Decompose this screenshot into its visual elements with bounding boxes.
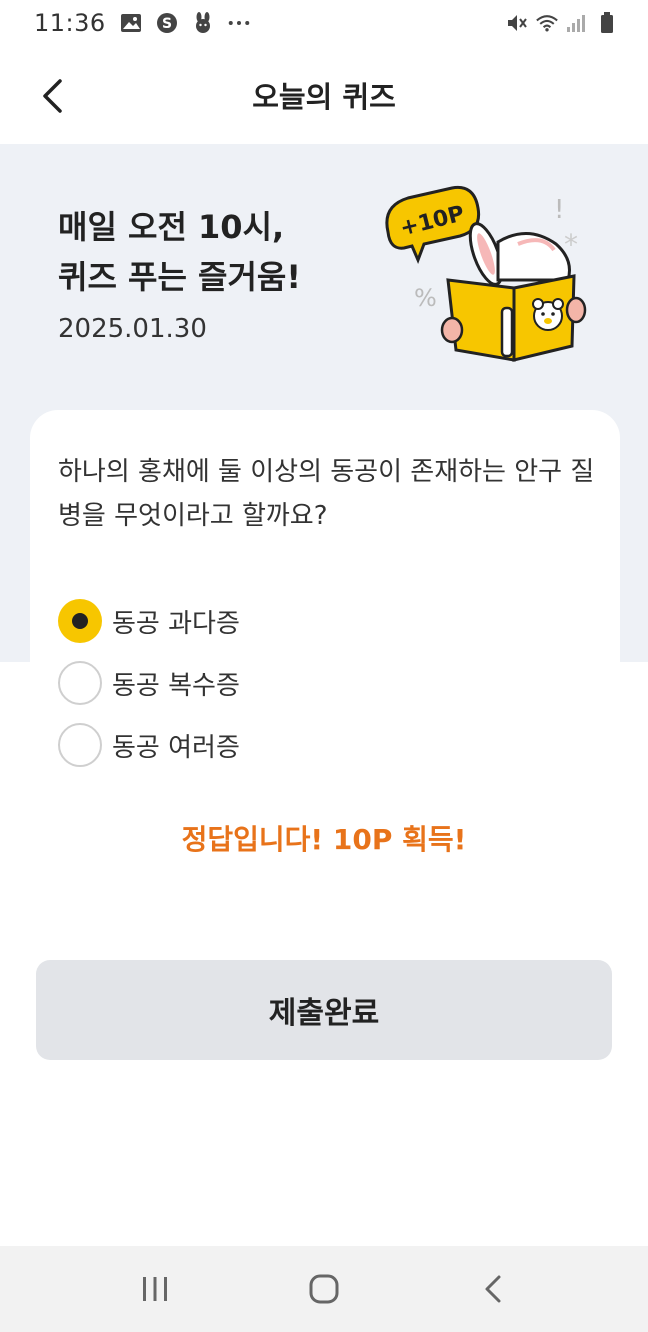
status-bar: 11:36 S [0, 0, 648, 46]
page-title: 오늘의 퀴즈 [252, 80, 396, 114]
recent-apps-button[interactable] [125, 1259, 185, 1319]
answer-option-label: 동공 여러증 [112, 732, 240, 763]
battery-icon [596, 12, 618, 34]
answer-option-label: 동공 과다증 [112, 608, 240, 639]
signal-icon [566, 12, 588, 34]
chevron-left-icon [43, 79, 62, 113]
radio-selected[interactable] [58, 599, 102, 643]
s-app-icon: S [156, 12, 178, 34]
system-nav-bar [0, 1246, 648, 1332]
points-badge: +10P [385, 185, 481, 265]
rabbit-icon [192, 12, 214, 34]
hero-title-line1: 매일 오전 10시, [58, 208, 285, 246]
radio-unselected[interactable] [58, 661, 102, 705]
more-dots-icon [228, 12, 250, 34]
svg-text:S: S [162, 16, 172, 32]
mute-icon [506, 12, 528, 34]
answer-option-1[interactable]: 동공 과다증 [58, 590, 240, 652]
answer-option-label: 동공 복수증 [112, 670, 240, 701]
answer-options: 동공 과다증 동공 복수증 동공 여러증 [58, 590, 240, 776]
home-icon [309, 1274, 339, 1304]
image-icon [120, 12, 142, 34]
svg-text:%: % [414, 284, 437, 312]
quiz-card: 하나의 홍채에 둘 이상의 동공이 존재하는 안구 질병을 무엇이라고 할까요?… [30, 410, 620, 810]
status-time: 11:36 [34, 9, 106, 37]
result-message: 정답입니다! 10P 획득! [181, 823, 467, 856]
recent-apps-icon [142, 1277, 167, 1301]
wifi-icon [536, 12, 558, 34]
svg-text:!: ! [554, 195, 564, 225]
rabbit-reading-book-illustration: +10P ! * % [385, 185, 587, 362]
app-header: 오늘의 퀴즈 [0, 46, 648, 144]
home-button[interactable] [294, 1259, 354, 1319]
hero-title: 매일 오전 10시, 퀴즈 푸는 즐거움! [58, 202, 301, 302]
quiz-question: 하나의 홍채에 둘 이상의 동공이 존재하는 안구 질병을 무엇이라고 할까요? [58, 457, 595, 531]
answer-option-2[interactable]: 동공 복수증 [58, 652, 240, 714]
back-icon [485, 1275, 501, 1303]
quiz-date: 2025.01.30 [58, 314, 207, 344]
radio-unselected[interactable] [58, 723, 102, 767]
answer-option-3[interactable]: 동공 여러증 [58, 714, 240, 776]
submit-button[interactable]: 제출완료 [36, 960, 612, 1060]
hero-title-line2: 퀴즈 푸는 즐거움! [58, 258, 301, 296]
system-back-button[interactable] [463, 1259, 523, 1319]
back-button[interactable] [30, 74, 74, 118]
